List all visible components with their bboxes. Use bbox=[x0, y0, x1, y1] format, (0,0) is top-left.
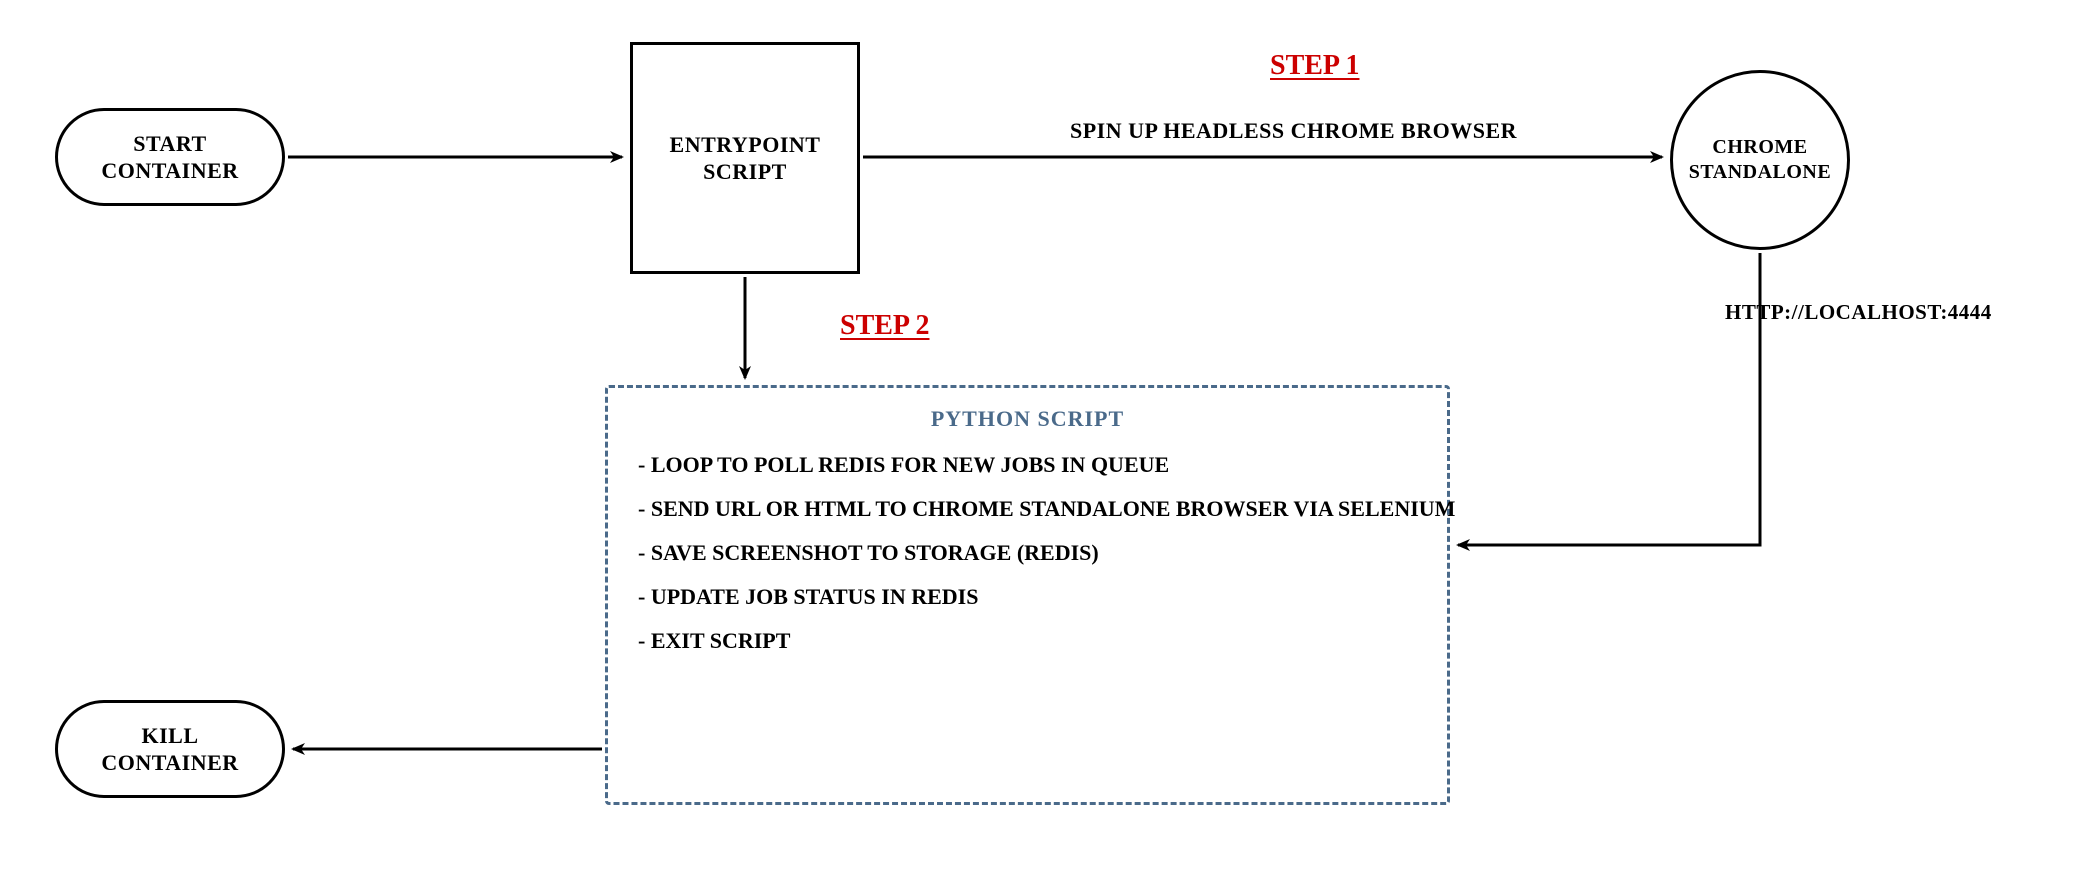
python-script-box: PYTHON SCRIPT LOOP TO POLL REDIS FOR NEW… bbox=[605, 385, 1450, 805]
node-entrypoint-script: ENTRYPOINT SCRIPT bbox=[630, 42, 860, 274]
node-kill-container: KILL CONTAINER bbox=[55, 700, 285, 798]
node-chrome-standalone: CHROME STANDALONE bbox=[1670, 70, 1850, 250]
python-script-title: PYTHON SCRIPT bbox=[608, 406, 1447, 432]
node-start-container-label: START CONTAINER bbox=[101, 130, 238, 185]
list-item: EXIT SCRIPT bbox=[638, 630, 1427, 652]
step-1-label: STEP 1 bbox=[1270, 50, 1359, 82]
python-script-list: LOOP TO POLL REDIS FOR NEW JOBS IN QUEUE… bbox=[638, 454, 1447, 652]
arrow-label-localhost: HTTP://LOCALHOST:4444 bbox=[1725, 300, 1992, 325]
node-kill-container-label: KILL CONTAINER bbox=[101, 722, 238, 777]
list-item: SAVE SCREENSHOT TO STORAGE (REDIS) bbox=[638, 542, 1427, 564]
list-item: UPDATE JOB STATUS IN REDIS bbox=[638, 586, 1427, 608]
arrow-label-spin-up: SPIN UP HEADLESS CHROME BROWSER bbox=[1070, 118, 1517, 144]
node-start-container: START CONTAINER bbox=[55, 108, 285, 206]
node-entrypoint-script-label: ENTRYPOINT SCRIPT bbox=[670, 131, 821, 186]
step-2-label: STEP 2 bbox=[840, 310, 929, 342]
list-item: LOOP TO POLL REDIS FOR NEW JOBS IN QUEUE bbox=[638, 454, 1427, 476]
list-item: SEND URL OR HTML TO CHROME STANDALONE BR… bbox=[638, 498, 1427, 520]
node-chrome-standalone-label: CHROME STANDALONE bbox=[1689, 135, 1831, 185]
